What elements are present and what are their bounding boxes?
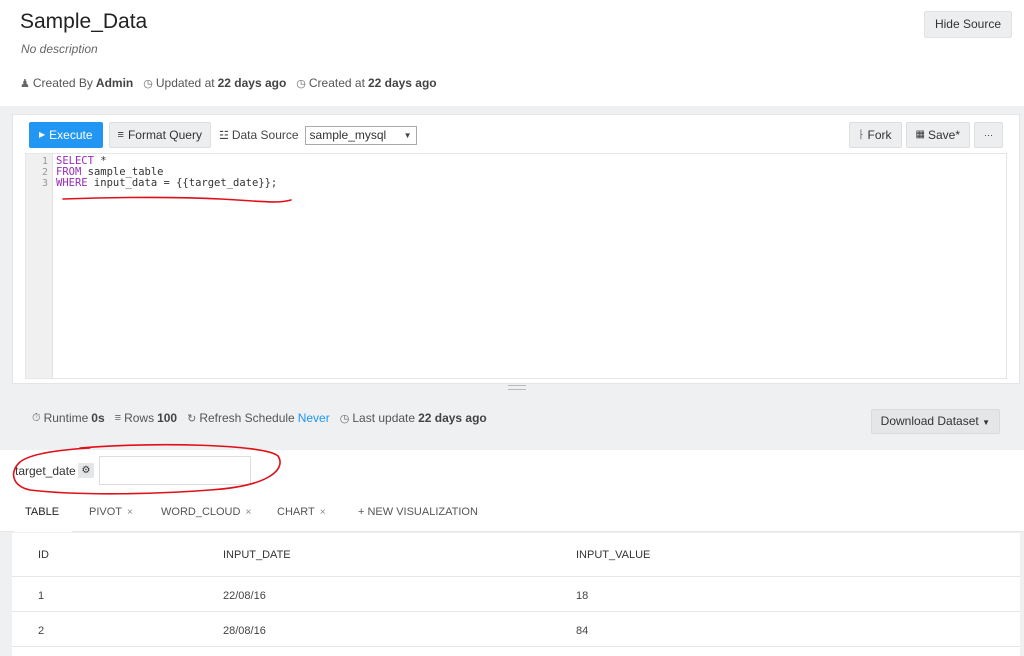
tab-chart[interactable]: CHART × xyxy=(277,506,326,518)
data-source-text: Data Source xyxy=(231,128,299,142)
data-source-label: ☳ Data Source xyxy=(219,128,299,142)
clock-icon: ◷ xyxy=(296,77,306,90)
table-row: 1 22/08/16 18 xyxy=(12,578,1020,612)
tab-label: WORD_CLOUD xyxy=(161,506,241,518)
fork-icon: ⸠ xyxy=(859,129,865,140)
code-line: WHERE input_data = {{target_date}}; xyxy=(56,178,277,189)
line-number-gutter: 1 2 3 xyxy=(26,154,53,378)
red-underline-annotation xyxy=(62,196,292,203)
created-label: Created at xyxy=(308,76,365,90)
more-options-button[interactable]: ··· xyxy=(974,122,1003,148)
created-value: 22 days ago xyxy=(367,76,437,90)
last-update-label: Last update xyxy=(352,411,416,425)
download-dataset-label: Download Dataset xyxy=(880,414,979,428)
line-number: 1 xyxy=(41,156,48,167)
query-meta: ♟ Created By Admin ◷ Updated at 22 days … xyxy=(20,76,437,90)
editor-toolbar: ▶ Execute ≡ Format Query ☳ Data Source s… xyxy=(29,122,417,148)
refresh-icon: ↻ xyxy=(187,412,197,425)
indent-icon: ≡ xyxy=(117,129,124,141)
last-update-value: 22 days ago xyxy=(418,411,487,425)
play-icon: ▶ xyxy=(39,130,46,139)
red-circle-annotation xyxy=(12,443,281,495)
last-update-stat: ◷ Last update 22 days ago xyxy=(340,411,487,425)
format-query-label: Format Query xyxy=(127,128,202,142)
save-label: Save* xyxy=(927,128,960,142)
created-by: ♟ Created By Admin xyxy=(20,76,133,90)
save-button[interactable]: ▦ Save* xyxy=(905,122,970,148)
clock-icon: ◷ xyxy=(339,412,350,425)
download-dataset-button[interactable]: Download Dataset ▼ xyxy=(870,409,1000,434)
created-by-value: Admin xyxy=(95,76,134,90)
editor-actions: ⸠ Fork ▦ Save* ··· xyxy=(849,122,1003,148)
caret-down-icon: ▼ xyxy=(982,418,990,427)
updated-at: ◷ Updated at 22 days ago xyxy=(143,76,286,90)
sql-editor[interactable]: 1 2 3 SELECT * FROM sample_table WHERE i… xyxy=(25,153,1007,379)
results-table: ID INPUT_DATE INPUT_VALUE 1 22/08/16 18 … xyxy=(12,533,1020,656)
data-source-value: sample_mysql xyxy=(309,127,387,142)
query-stats: ⏱ Runtime 0s ≡ Rows 100 ↻ Refresh Schedu… xyxy=(32,411,487,425)
tab-table[interactable]: TABLE xyxy=(25,506,59,518)
table-cell: 28/08/16 xyxy=(223,625,266,637)
refresh-schedule: ↻ Refresh Schedule Never xyxy=(187,411,330,425)
fork-label: Fork xyxy=(867,128,892,142)
created-at: ◷ Created at 22 days ago xyxy=(296,76,436,90)
updated-value: 22 days ago xyxy=(217,76,287,90)
table-cell: 18 xyxy=(576,590,589,602)
format-query-button[interactable]: ≡ Format Query xyxy=(108,122,211,148)
resize-handle[interactable] xyxy=(508,385,526,390)
user-icon: ♟ xyxy=(20,77,30,90)
save-icon: ▦ xyxy=(915,129,925,140)
close-icon[interactable]: × xyxy=(245,507,251,518)
visualization-tabs: TABLE PIVOT × WORD_CLOUD × CHART × + NEW… xyxy=(0,498,1024,532)
sql-keyword: WHERE xyxy=(56,177,88,189)
column-header[interactable]: ID xyxy=(38,549,49,561)
table-cell: 2 xyxy=(38,625,45,637)
execute-label: Execute xyxy=(49,128,93,142)
active-tab-indicator xyxy=(14,529,72,532)
page-description[interactable]: No description xyxy=(21,42,98,56)
runtime-label: Runtime xyxy=(43,411,89,425)
hide-source-button[interactable]: Hide Source xyxy=(923,11,1012,38)
tab-label: CHART xyxy=(277,506,315,518)
refresh-label: Refresh Schedule xyxy=(199,411,295,425)
runtime-stat: ⏱ Runtime 0s xyxy=(32,411,105,425)
table-row: 2 28/08/16 84 xyxy=(12,613,1020,647)
rows-stat: ≡ Rows 100 xyxy=(115,411,177,425)
updated-label: Updated at xyxy=(155,76,215,90)
table-header: ID INPUT_DATE INPUT_VALUE xyxy=(12,533,1020,577)
chevron-down-icon: ▼ xyxy=(403,130,412,140)
line-number: 3 xyxy=(41,178,48,189)
list-icon: ≡ xyxy=(114,412,122,424)
table-cell: 1 xyxy=(38,590,45,602)
rows-label: Rows xyxy=(124,411,155,425)
runtime-value: 0s xyxy=(91,411,105,425)
table-cell: 84 xyxy=(576,625,589,637)
query-header: Sample_Data No description ♟ Created By … xyxy=(0,0,1024,106)
database-icon: ☳ xyxy=(218,129,229,142)
execute-button[interactable]: ▶ Execute xyxy=(29,122,103,148)
created-by-label: Created By xyxy=(32,76,93,90)
tab-label: PIVOT xyxy=(89,506,123,518)
tab-word-cloud[interactable]: WORD_CLOUD × xyxy=(161,506,251,518)
stopwatch-icon: ⏱ xyxy=(32,411,41,424)
query-editor-panel: ▶ Execute ≡ Format Query ☳ Data Source s… xyxy=(12,114,1020,384)
close-icon[interactable]: × xyxy=(127,507,133,518)
page-title[interactable]: Sample_Data xyxy=(20,10,147,34)
column-header[interactable]: INPUT_VALUE xyxy=(576,549,650,561)
close-icon[interactable]: × xyxy=(320,507,326,518)
table-cell: 22/08/16 xyxy=(223,590,266,602)
fork-button[interactable]: ⸠ Fork xyxy=(849,122,902,148)
tab-pivot[interactable]: PIVOT × xyxy=(89,506,133,518)
column-header[interactable]: INPUT_DATE xyxy=(223,549,291,561)
rows-value: 100 xyxy=(157,411,178,425)
tab-label: TABLE xyxy=(25,506,60,518)
sql-text: input_data = {{target_date}}; xyxy=(87,177,278,189)
refresh-schedule-link[interactable]: Never xyxy=(298,411,330,425)
clock-icon: ◷ xyxy=(143,77,153,90)
line-number: 2 xyxy=(41,167,48,178)
tab-label: + NEW VISUALIZATION xyxy=(358,506,478,518)
data-source-select[interactable]: sample_mysql ▼ xyxy=(304,125,417,145)
new-visualization-button[interactable]: + NEW VISUALIZATION xyxy=(358,506,478,518)
